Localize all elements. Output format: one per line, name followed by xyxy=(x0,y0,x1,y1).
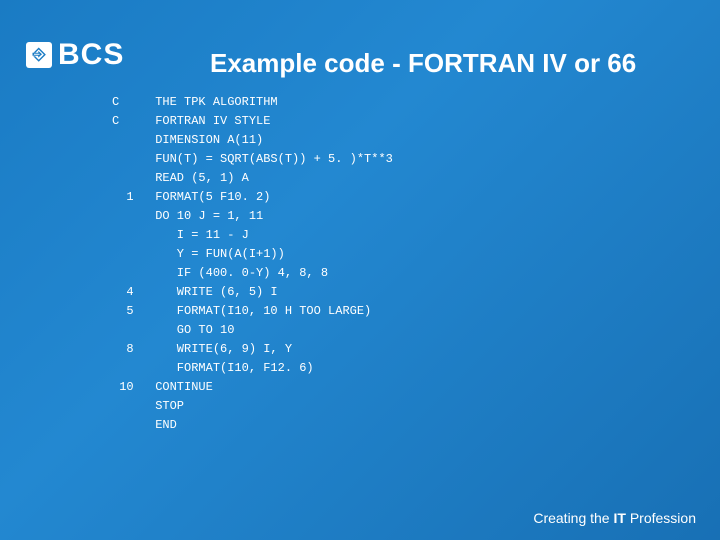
logo-text: BCS xyxy=(58,38,124,72)
code-block: C THE TPK ALGORITHMC FORTRAN IV STYLE DI… xyxy=(112,92,393,434)
code-line: GO TO 10 xyxy=(112,320,393,339)
footer-bold: IT xyxy=(614,510,626,526)
code-line: DO 10 J = 1, 11 xyxy=(112,206,393,225)
slide: ⎆ BCS Example code - FORTRAN IV or 66 C … xyxy=(0,0,720,540)
code-line: C THE TPK ALGORITHM xyxy=(112,92,393,111)
code-line: FUN(T) = SQRT(ABS(T)) + 5. )*T**3 xyxy=(112,149,393,168)
logo: ⎆ BCS xyxy=(26,38,124,72)
code-line: DIMENSION A(11) xyxy=(112,130,393,149)
code-line: 5 FORMAT(I10, 10 H TOO LARGE) xyxy=(112,301,393,320)
code-line: STOP xyxy=(112,396,393,415)
code-line: IF (400. 0-Y) 4, 8, 8 xyxy=(112,263,393,282)
footer-prefix: Creating the xyxy=(533,510,613,526)
code-line: READ (5, 1) A xyxy=(112,168,393,187)
code-line: FORMAT(I10, F12. 6) xyxy=(112,358,393,377)
code-line: C FORTRAN IV STYLE xyxy=(112,111,393,130)
footer-tagline: Creating the IT Profession xyxy=(533,510,696,526)
code-line: I = 11 - J xyxy=(112,225,393,244)
logo-badge-icon: ⎆ xyxy=(26,42,52,68)
logo-glyph: ⎆ xyxy=(33,46,46,64)
code-line: END xyxy=(112,415,393,434)
code-line: 10 CONTINUE xyxy=(112,377,393,396)
code-line: 8 WRITE(6, 9) I, Y xyxy=(112,339,393,358)
code-line: 1 FORMAT(5 F10. 2) xyxy=(112,187,393,206)
code-line: 4 WRITE (6, 5) I xyxy=(112,282,393,301)
footer-suffix: Profession xyxy=(626,510,696,526)
code-line: Y = FUN(A(I+1)) xyxy=(112,244,393,263)
slide-title: Example code - FORTRAN IV or 66 xyxy=(210,48,636,79)
